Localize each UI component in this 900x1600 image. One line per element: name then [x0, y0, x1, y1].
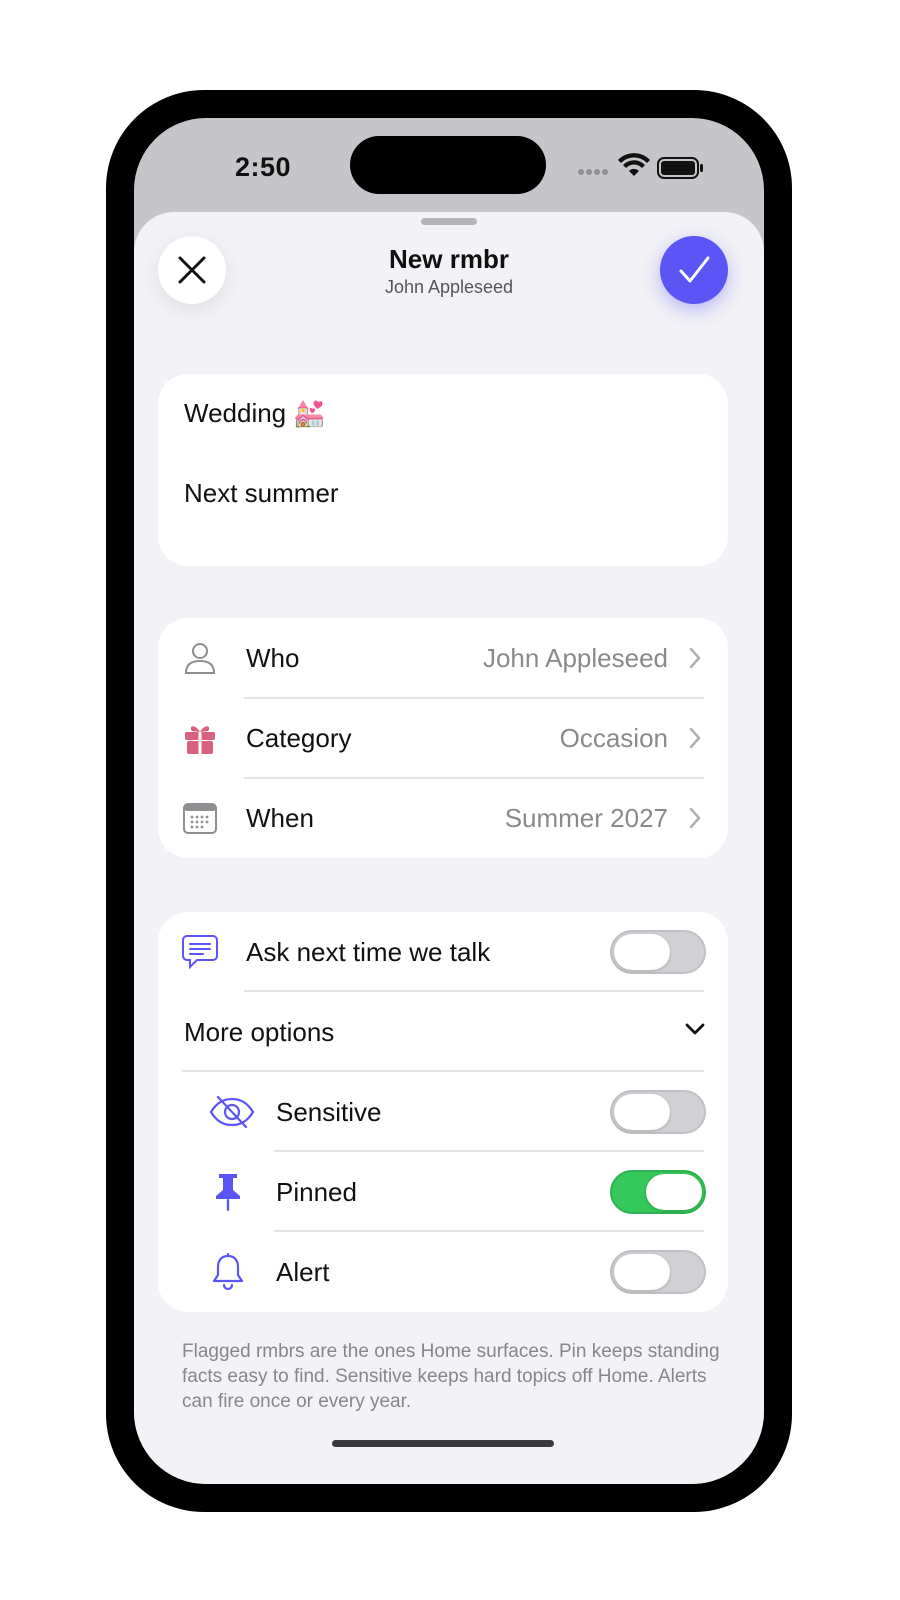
sensitive-toggle[interactable] [610, 1090, 706, 1134]
phone-frame: 2:50 New rmbr John Appleseed Wedding 💒 N… [106, 90, 792, 1512]
sheet-grabber[interactable] [421, 218, 477, 225]
checkmark-icon [679, 256, 710, 283]
cellular-signal-icon [578, 169, 608, 175]
chevron-right-icon [689, 807, 701, 829]
battery-icon [657, 157, 703, 179]
more-options-row[interactable]: More options [158, 992, 728, 1072]
more-options-label: More options [184, 1017, 335, 1047]
category-row[interactable]: Category Occasion [158, 698, 728, 778]
person-icon [180, 638, 220, 678]
when-label: When [246, 803, 314, 833]
sensitive-row: Sensitive [158, 1072, 728, 1152]
calendar-icon [180, 798, 220, 838]
category-label: Category [246, 723, 352, 753]
footer-note: Flagged rmbrs are the ones Home surfaces… [182, 1341, 720, 1412]
ask-next-time-row: Ask next time we talk [158, 912, 728, 992]
status-time: 2:50 [234, 152, 292, 182]
status-icons [578, 152, 718, 182]
sheet-subtitle: John Appleseed [384, 277, 514, 297]
pinned-label: Pinned [276, 1177, 357, 1207]
ask-next-time-label: Ask next time we talk [246, 937, 491, 967]
chevron-down-icon [685, 1023, 705, 1035]
gift-icon [180, 718, 220, 758]
ask-next-time-toggle[interactable] [610, 930, 706, 974]
category-value: Occasion [559, 723, 668, 753]
when-row[interactable]: When Summer 2027 [158, 778, 728, 858]
who-value: John Appleseed [482, 643, 668, 673]
who-row[interactable]: Who John Appleseed [158, 618, 728, 698]
chevron-right-icon [689, 647, 701, 669]
sensitive-label: Sensitive [276, 1097, 382, 1127]
screen: 2:50 New rmbr John Appleseed Wedding 💒 N… [134, 118, 764, 1484]
pin-icon [208, 1172, 248, 1212]
pinned-toggle[interactable] [610, 1170, 706, 1214]
bell-icon [208, 1252, 248, 1292]
dynamic-island [350, 136, 546, 194]
home-indicator[interactable] [332, 1440, 554, 1447]
sheet-title: New rmbr [389, 244, 509, 274]
note-title-field[interactable]: Wedding 💒 [184, 398, 326, 429]
who-label: Who [246, 643, 300, 673]
options-card: Ask next time we talk More options Sensi… [158, 912, 728, 1312]
close-icon [178, 256, 206, 284]
note-body-field[interactable]: Next summer [184, 478, 339, 509]
speech-bubble-icon [180, 932, 220, 972]
alert-row: Alert [158, 1232, 728, 1312]
details-card: Who John Appleseed Category Occasion Whe… [158, 618, 728, 858]
wifi-icon [618, 153, 650, 176]
confirm-button[interactable] [660, 236, 728, 304]
new-rmbr-sheet: New rmbr John Appleseed Wedding 💒 Next s… [134, 212, 764, 1484]
chevron-right-icon [689, 727, 701, 749]
alert-label: Alert [276, 1257, 330, 1287]
when-value: Summer 2027 [504, 803, 668, 833]
note-card: Wedding 💒 Next summer [158, 374, 728, 566]
close-button[interactable] [158, 236, 226, 304]
eye-slash-icon [208, 1092, 256, 1132]
alert-toggle[interactable] [610, 1250, 706, 1294]
pinned-row: Pinned [158, 1152, 728, 1232]
